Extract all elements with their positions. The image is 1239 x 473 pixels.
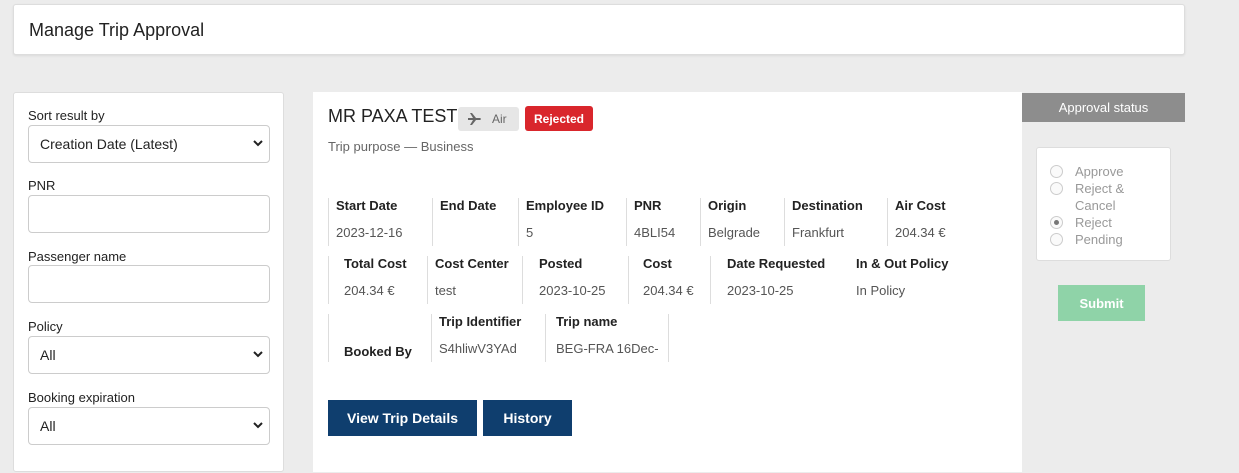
field-label: Destination bbox=[792, 198, 863, 213]
field-label: Cost Center bbox=[435, 256, 509, 271]
field-destination: Destination Frankfurt bbox=[784, 198, 880, 246]
field-label: PNR bbox=[634, 198, 662, 213]
approval-status-panel: Approval status Approve Reject & Cancel … bbox=[1022, 93, 1185, 473]
radio-label: Reject & Cancel bbox=[1075, 181, 1125, 213]
field-label: Date Requested bbox=[727, 256, 826, 271]
field-pnr: PNR 4BLI54 bbox=[626, 198, 696, 246]
policy-select-value: All bbox=[40, 347, 56, 363]
field-value: S4hliwV3YAd bbox=[439, 341, 517, 356]
field-label: Posted bbox=[539, 256, 583, 271]
sort-select[interactable]: Creation Date (Latest) bbox=[28, 125, 270, 163]
field-cost-center: Cost Center test bbox=[427, 256, 521, 304]
field-label: Trip Identifier bbox=[439, 314, 522, 329]
field-value: test bbox=[435, 283, 456, 298]
radio-circle[interactable] bbox=[1050, 233, 1063, 246]
view-trip-details-button[interactable]: View Trip Details bbox=[328, 400, 477, 436]
history-button[interactable]: History bbox=[483, 400, 572, 436]
field-date-requested: Date Requested 2023-10-25 bbox=[710, 256, 834, 304]
chevron-down-icon bbox=[247, 138, 269, 150]
field-value: BEG-FRA 16Dec- bbox=[556, 341, 659, 356]
field-end-date: End Date bbox=[432, 198, 512, 246]
field-air-cost: Air Cost 204.34 € bbox=[887, 198, 959, 246]
field-value: Frankfurt bbox=[792, 225, 845, 240]
radio-reject[interactable]: Reject bbox=[1050, 214, 1112, 231]
airplane-icon bbox=[468, 113, 481, 125]
page-header: Manage Trip Approval bbox=[13, 4, 1185, 55]
pnr-label: PNR bbox=[28, 178, 56, 193]
field-value: 4BLI54 bbox=[634, 225, 676, 240]
sort-select-value: Creation Date (Latest) bbox=[40, 136, 178, 152]
trip-purpose: Trip purpose — Business bbox=[328, 139, 474, 154]
approval-status-header: Approval status bbox=[1022, 93, 1185, 122]
radio-circle[interactable] bbox=[1050, 165, 1063, 178]
field-value: 5 bbox=[526, 225, 534, 240]
policy-select[interactable]: All bbox=[28, 336, 270, 374]
submit-button[interactable]: Submit bbox=[1058, 285, 1145, 321]
radio-circle[interactable] bbox=[1050, 182, 1063, 195]
radio-label: Approve bbox=[1075, 164, 1124, 179]
field-origin: Origin Belgrade bbox=[700, 198, 780, 246]
field-posted: Posted 2023-10-25 bbox=[522, 256, 622, 304]
chevron-down-icon bbox=[247, 349, 269, 361]
field-value: 204.34 € bbox=[344, 283, 395, 298]
field-trip-name: Trip name BEG-FRA 16Dec- bbox=[545, 314, 669, 362]
radio-label: Reject bbox=[1075, 215, 1112, 230]
booking-expiration-select[interactable]: All bbox=[28, 407, 270, 445]
passenger-name: MR PAXA TEST bbox=[328, 106, 458, 126]
field-employee-id: Employee ID 5 bbox=[518, 198, 621, 246]
status-badge: Rejected bbox=[525, 106, 593, 131]
field-label: Total Cost bbox=[344, 256, 407, 271]
radio-pending[interactable]: Pending bbox=[1050, 231, 1123, 248]
field-label: Origin bbox=[708, 198, 747, 213]
filter-panel: Sort result by Creation Date (Latest) PN… bbox=[13, 92, 284, 472]
field-label: Trip name bbox=[556, 314, 618, 329]
field-start-date: Start Date 2023-12-16 bbox=[328, 198, 424, 246]
passenger-name-input[interactable] bbox=[28, 265, 270, 303]
field-label: Cost bbox=[643, 256, 672, 271]
policy-label: Policy bbox=[28, 319, 63, 334]
mode-badge: Air bbox=[458, 107, 519, 131]
field-value: In Policy bbox=[856, 283, 906, 298]
field-label: End Date bbox=[440, 198, 497, 213]
radio-label: Pending bbox=[1075, 232, 1123, 247]
page-title: Manage Trip Approval bbox=[29, 20, 205, 40]
mode-label: Air bbox=[492, 112, 507, 126]
field-label: In & Out Policy bbox=[856, 256, 949, 271]
field-value: 204.34 € bbox=[895, 225, 946, 240]
trip-card: MR PAXA TEST Air Rejected Trip purpose —… bbox=[313, 92, 1022, 472]
field-label: Booked By bbox=[344, 344, 412, 359]
radio-circle-selected[interactable] bbox=[1050, 216, 1063, 229]
field-total-cost: Total Cost 204.34 € bbox=[328, 256, 416, 304]
field-booked-by: Booked By bbox=[328, 314, 428, 362]
chevron-down-icon bbox=[247, 420, 269, 432]
field-in-out-policy: In & Out Policy In Policy bbox=[842, 256, 952, 304]
sort-label: Sort result by bbox=[28, 108, 105, 123]
field-label: Start Date bbox=[336, 198, 398, 213]
field-value: 204.34 € bbox=[643, 283, 694, 298]
booking-expiration-value: All bbox=[40, 418, 56, 434]
approval-options: Approve Reject & Cancel Reject Pending bbox=[1036, 147, 1171, 261]
radio-approve[interactable]: Approve bbox=[1050, 163, 1123, 180]
field-value: 2023-10-25 bbox=[539, 283, 606, 298]
field-value: Belgrade bbox=[708, 225, 761, 240]
field-value: 2023-12-16 bbox=[336, 225, 403, 240]
field-trip-identifier: Trip Identifier S4hliwV3YAd bbox=[431, 314, 539, 362]
field-label: Air Cost bbox=[895, 198, 946, 213]
pnr-input[interactable] bbox=[28, 195, 270, 233]
passenger-name-label: Passenger name bbox=[28, 249, 127, 264]
field-value: 2023-10-25 bbox=[727, 283, 794, 298]
booking-expiration-label: Booking expiration bbox=[28, 390, 135, 405]
field-cost: Cost 204.34 € bbox=[628, 256, 704, 304]
field-label: Employee ID bbox=[526, 198, 605, 213]
radio-reject-cancel[interactable]: Reject & Cancel bbox=[1050, 180, 1150, 214]
